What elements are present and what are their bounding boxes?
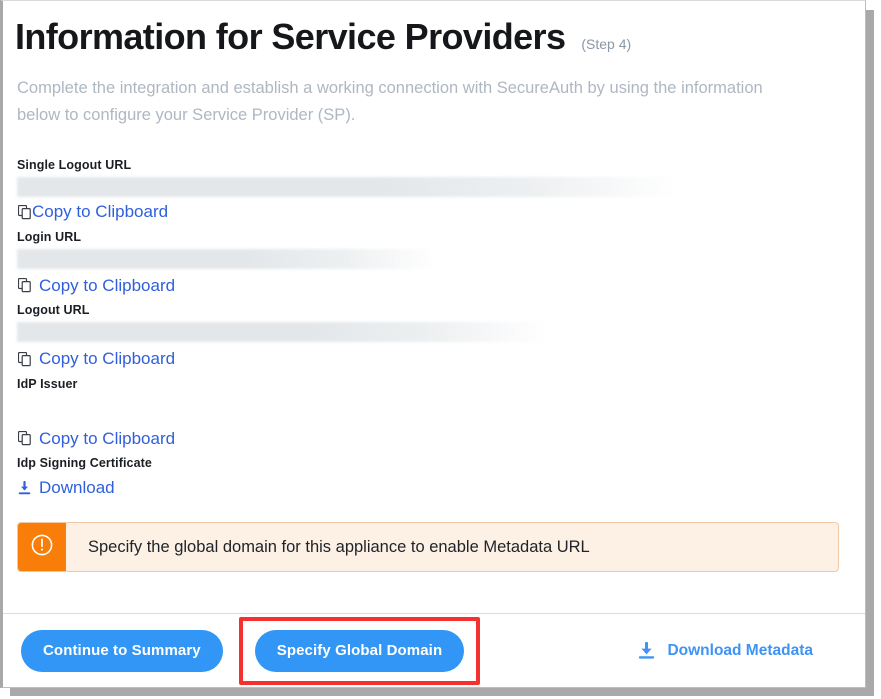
specify-global-domain-button[interactable]: Specify Global Domain [255, 630, 464, 672]
step-label: (Step 4) [581, 36, 631, 52]
field-label: IdP Issuer [17, 376, 851, 392]
download-icon [17, 480, 32, 497]
action-link-label: Copy to Clipboard [32, 201, 168, 223]
field-label: Single Logout URL [17, 157, 851, 173]
continue-to-summary-button[interactable]: Continue to Summary [21, 630, 223, 672]
action-link-label: Download [39, 477, 115, 499]
download-icon [637, 642, 655, 660]
copy-icon [17, 430, 32, 447]
page-subtitle: Complete the integration and establish a… [17, 75, 772, 129]
copy-to-clipboard-link-logout-url[interactable]: Copy to Clipboard [17, 348, 175, 370]
copy-icon [17, 277, 32, 294]
action-link-label: Copy to Clipboard [39, 348, 175, 370]
alert-message: Specify the global domain for this appli… [66, 523, 590, 571]
screenshot-root: Information for Service Providers (Step … [0, 0, 881, 699]
copy-to-clipboard-link-single-logout-url[interactable]: Copy to Clipboard [17, 201, 168, 223]
page-title: Information for Service Providers [15, 15, 565, 59]
footer-actions: Continue to Summary Specify Global Domai… [3, 614, 865, 687]
field-login-url: Login URL Copy to Clipboard [17, 229, 851, 299]
field-idp-signing-certificate: Idp Signing Certificate Download [17, 455, 851, 500]
download-metadata-link[interactable]: Download Metadata [637, 642, 813, 660]
alert-icon-container [18, 523, 66, 571]
field-label: Logout URL [17, 302, 851, 318]
copy-to-clipboard-link-login-url[interactable]: Copy to Clipboard [17, 275, 175, 297]
field-value-redacted [17, 177, 677, 197]
page-header: Information for Service Providers (Step … [15, 1, 851, 59]
action-link-label: Copy to Clipboard [39, 275, 175, 297]
field-idp-issuer: IdP Issuer Copy to Clipboard [17, 376, 851, 452]
field-value [17, 396, 547, 422]
exclamation-circle-icon [30, 533, 54, 562]
copy-icon [17, 204, 32, 221]
field-value-redacted [17, 322, 547, 342]
action-link-label: Copy to Clipboard [39, 428, 175, 450]
service-provider-fields: Single Logout URL Copy to Clipboard [17, 157, 851, 500]
field-label: Idp Signing Certificate [17, 455, 851, 471]
field-label: Login URL [17, 229, 851, 245]
copy-to-clipboard-link-idp-issuer[interactable]: Copy to Clipboard [17, 428, 175, 450]
app-window: Information for Service Providers (Step … [0, 0, 866, 688]
download-metadata-label: Download Metadata [667, 642, 813, 660]
copy-icon [17, 351, 32, 368]
metadata-url-alert: Specify the global domain for this appli… [17, 522, 839, 572]
field-logout-url: Logout URL Copy to Clipboard [17, 302, 851, 372]
download-certificate-link[interactable]: Download [17, 477, 115, 499]
field-value-redacted [17, 249, 437, 269]
window-content: Information for Service Providers (Step … [3, 1, 865, 687]
field-single-logout-url: Single Logout URL Copy to Clipboard [17, 157, 851, 225]
highlight-annotation: Specify Global Domain [239, 617, 480, 685]
